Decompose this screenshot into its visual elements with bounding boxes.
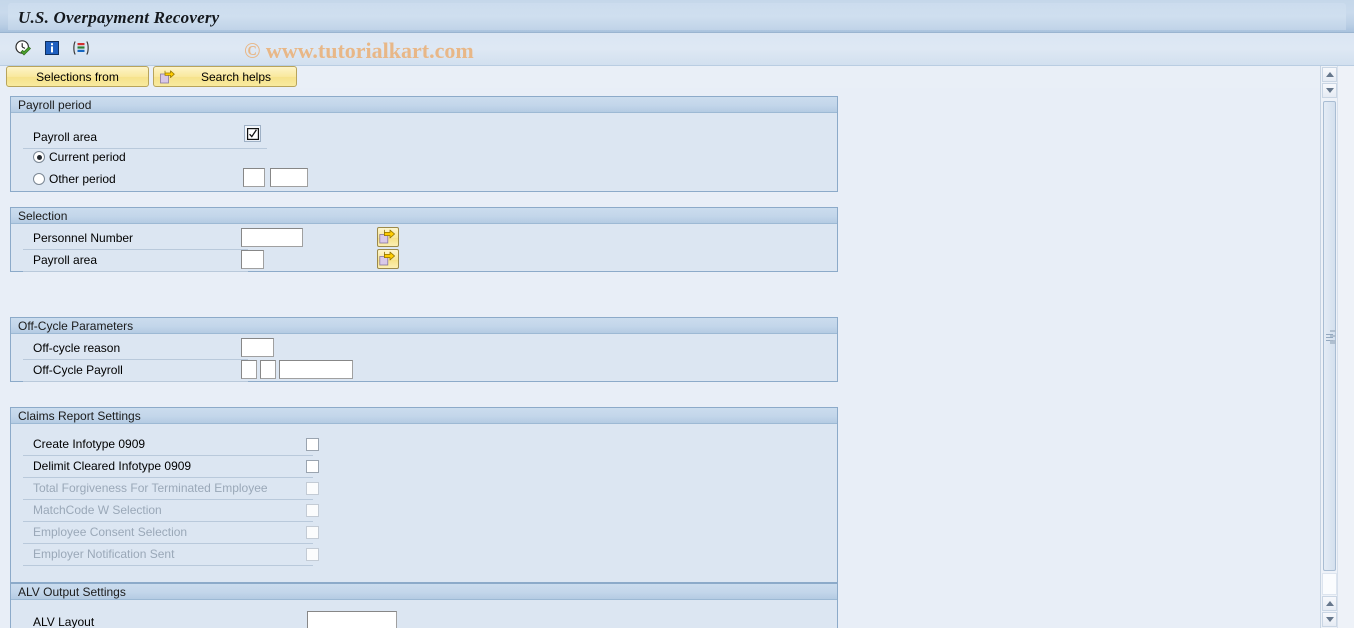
row-separator bbox=[23, 271, 248, 272]
chevron-down-icon bbox=[1325, 88, 1334, 93]
row-selection-payroll-area: Payroll area bbox=[23, 250, 248, 272]
search-helps-arrow-icon bbox=[160, 70, 175, 84]
scroll-up-button[interactable] bbox=[1322, 67, 1337, 82]
claims-setting-checkbox bbox=[306, 504, 319, 517]
row-off-cycle-payroll: Off-Cycle Payroll bbox=[23, 360, 248, 382]
row-separator bbox=[23, 565, 313, 566]
radio-current-period-label: Current period bbox=[49, 150, 126, 164]
execute-clock-icon[interactable] bbox=[13, 38, 33, 58]
group-off-cycle-parameters: Off-Cycle Parameters Off-cycle reason Of… bbox=[10, 317, 838, 382]
off-cycle-reason-input[interactable] bbox=[241, 338, 274, 357]
scroll-up-button-bottom[interactable] bbox=[1322, 596, 1337, 611]
radio-current-period[interactable]: Current period bbox=[33, 150, 126, 164]
information-icon[interactable] bbox=[42, 38, 62, 58]
claims-setting-label: Employer Notification Sent bbox=[33, 547, 175, 561]
claims-setting-label: Create Infotype 0909 bbox=[33, 437, 146, 451]
sap-application-window: U.S. Overpayment Recovery © www.tutorial… bbox=[0, 0, 1354, 628]
other-period-field-2[interactable] bbox=[270, 168, 308, 187]
chevron-up-icon bbox=[1325, 72, 1334, 77]
scroll-down-button-bottom[interactable] bbox=[1322, 612, 1337, 627]
window-vertical-scrollbar-gutter[interactable] bbox=[1337, 66, 1354, 628]
group-claims-report-settings: Claims Report Settings Create Infotype 0… bbox=[10, 407, 838, 583]
claims-setting-label: Delimit Cleared Infotype 0909 bbox=[33, 459, 192, 473]
group-claims-report-title: Claims Report Settings bbox=[11, 408, 837, 424]
radio-other-period-indicator[interactable] bbox=[33, 173, 45, 185]
page-title: U.S. Overpayment Recovery bbox=[18, 8, 220, 27]
group-alv-output-title: ALV Output Settings bbox=[11, 584, 837, 600]
chevron-up-icon bbox=[1325, 601, 1334, 606]
content-vertical-scrollbar[interactable] bbox=[1320, 66, 1337, 628]
group-off-cycle-title: Off-Cycle Parameters bbox=[11, 318, 837, 334]
payroll-area-multiple-selection-button[interactable] bbox=[377, 249, 399, 269]
radio-other-period[interactable]: Other period bbox=[33, 172, 116, 186]
claims-setting-row: Total Forgiveness For Terminated Employe… bbox=[23, 478, 313, 500]
row-alv-layout: ALV Layout bbox=[23, 612, 313, 628]
claims-setting-checkbox bbox=[306, 548, 319, 561]
claims-setting-row: Delimit Cleared Infotype 0909 bbox=[23, 456, 313, 478]
radio-current-period-indicator[interactable] bbox=[33, 151, 45, 163]
claims-setting-checkbox[interactable] bbox=[306, 460, 319, 473]
group-alv-output-settings: ALV Output Settings ALV Layout bbox=[10, 583, 838, 628]
scroll-down-button[interactable] bbox=[1322, 83, 1337, 98]
site-watermark: © www.tutorialkart.com bbox=[244, 38, 474, 63]
window-title-bar: U.S. Overpayment Recovery bbox=[0, 0, 1354, 33]
claims-setting-checkbox bbox=[306, 526, 319, 539]
claims-setting-row: Create Infotype 0909 bbox=[23, 434, 313, 456]
off-cycle-reason-label: Off-cycle reason bbox=[33, 341, 121, 355]
off-cycle-payroll-label: Off-Cycle Payroll bbox=[33, 363, 123, 377]
selection-button-bar: Selections from Search helps bbox=[0, 66, 1354, 88]
personnel-number-multiple-selection-button[interactable] bbox=[377, 227, 399, 247]
claims-setting-row: MatchCode W Selection bbox=[23, 500, 313, 522]
row-separator bbox=[23, 148, 267, 149]
off-cycle-payroll-input-3[interactable] bbox=[279, 360, 353, 379]
payroll-area-matchcode-button[interactable] bbox=[244, 125, 261, 142]
row-payroll-area: Payroll area bbox=[23, 127, 267, 149]
row-separator bbox=[23, 381, 248, 382]
search-helps-label: Search helps bbox=[200, 69, 272, 84]
claims-setting-label: Employee Consent Selection bbox=[33, 525, 188, 539]
claims-setting-checkbox bbox=[306, 482, 319, 495]
group-payroll-period-title: Payroll period bbox=[11, 97, 837, 113]
group-selection-body: Personnel Number Payroll area bbox=[11, 224, 837, 272]
claims-setting-label: Total Forgiveness For Terminated Employe… bbox=[33, 481, 268, 495]
payroll-area-label: Payroll area bbox=[33, 130, 98, 144]
radio-other-period-label: Other period bbox=[49, 172, 116, 186]
splitter-grip[interactable] bbox=[1330, 330, 1336, 344]
alv-layout-input[interactable] bbox=[307, 611, 397, 628]
row-off-cycle-reason: Off-cycle reason bbox=[23, 338, 248, 360]
selection-payroll-area-input[interactable] bbox=[241, 250, 264, 269]
scrollbar-track[interactable] bbox=[1322, 573, 1337, 595]
group-claims-report-body: Create Infotype 0909 Delimit Cleared Info… bbox=[11, 424, 837, 582]
group-alv-output-body: ALV Layout bbox=[11, 600, 837, 628]
group-selection-title: Selection bbox=[11, 208, 837, 224]
off-cycle-payroll-input-1[interactable] bbox=[241, 360, 257, 379]
chevron-down-icon bbox=[1325, 617, 1334, 622]
application-toolbar bbox=[0, 33, 1354, 66]
display-variant-icon[interactable] bbox=[71, 38, 91, 58]
personnel-number-label: Personnel Number bbox=[33, 231, 134, 245]
selection-screen-content: Payroll period Payroll area Current peri… bbox=[0, 88, 1322, 628]
alv-layout-label: ALV Layout bbox=[33, 615, 95, 628]
personnel-number-input[interactable] bbox=[241, 228, 303, 247]
claims-setting-checkbox[interactable] bbox=[306, 438, 319, 451]
off-cycle-payroll-input-2[interactable] bbox=[260, 360, 276, 379]
search-helps-button[interactable]: Search helps bbox=[153, 66, 297, 87]
selection-payroll-area-label: Payroll area bbox=[33, 253, 98, 267]
claims-setting-label: MatchCode W Selection bbox=[33, 503, 162, 517]
row-personnel-number: Personnel Number bbox=[23, 228, 248, 250]
other-period-field-1[interactable] bbox=[243, 168, 265, 187]
claims-setting-row: Employer Notification Sent bbox=[23, 544, 313, 566]
group-payroll-period: Payroll period Payroll area Current peri… bbox=[10, 96, 838, 192]
claims-setting-row: Employee Consent Selection bbox=[23, 522, 313, 544]
selections-from-button[interactable]: Selections from bbox=[6, 66, 149, 87]
group-payroll-period-body: Payroll area Current period Other period bbox=[11, 113, 837, 191]
toolbar-icon-group bbox=[13, 38, 91, 58]
group-selection: Selection Personnel Number Payroll area bbox=[10, 207, 838, 272]
group-off-cycle-body: Off-cycle reason Off-Cycle Payroll bbox=[11, 334, 837, 382]
